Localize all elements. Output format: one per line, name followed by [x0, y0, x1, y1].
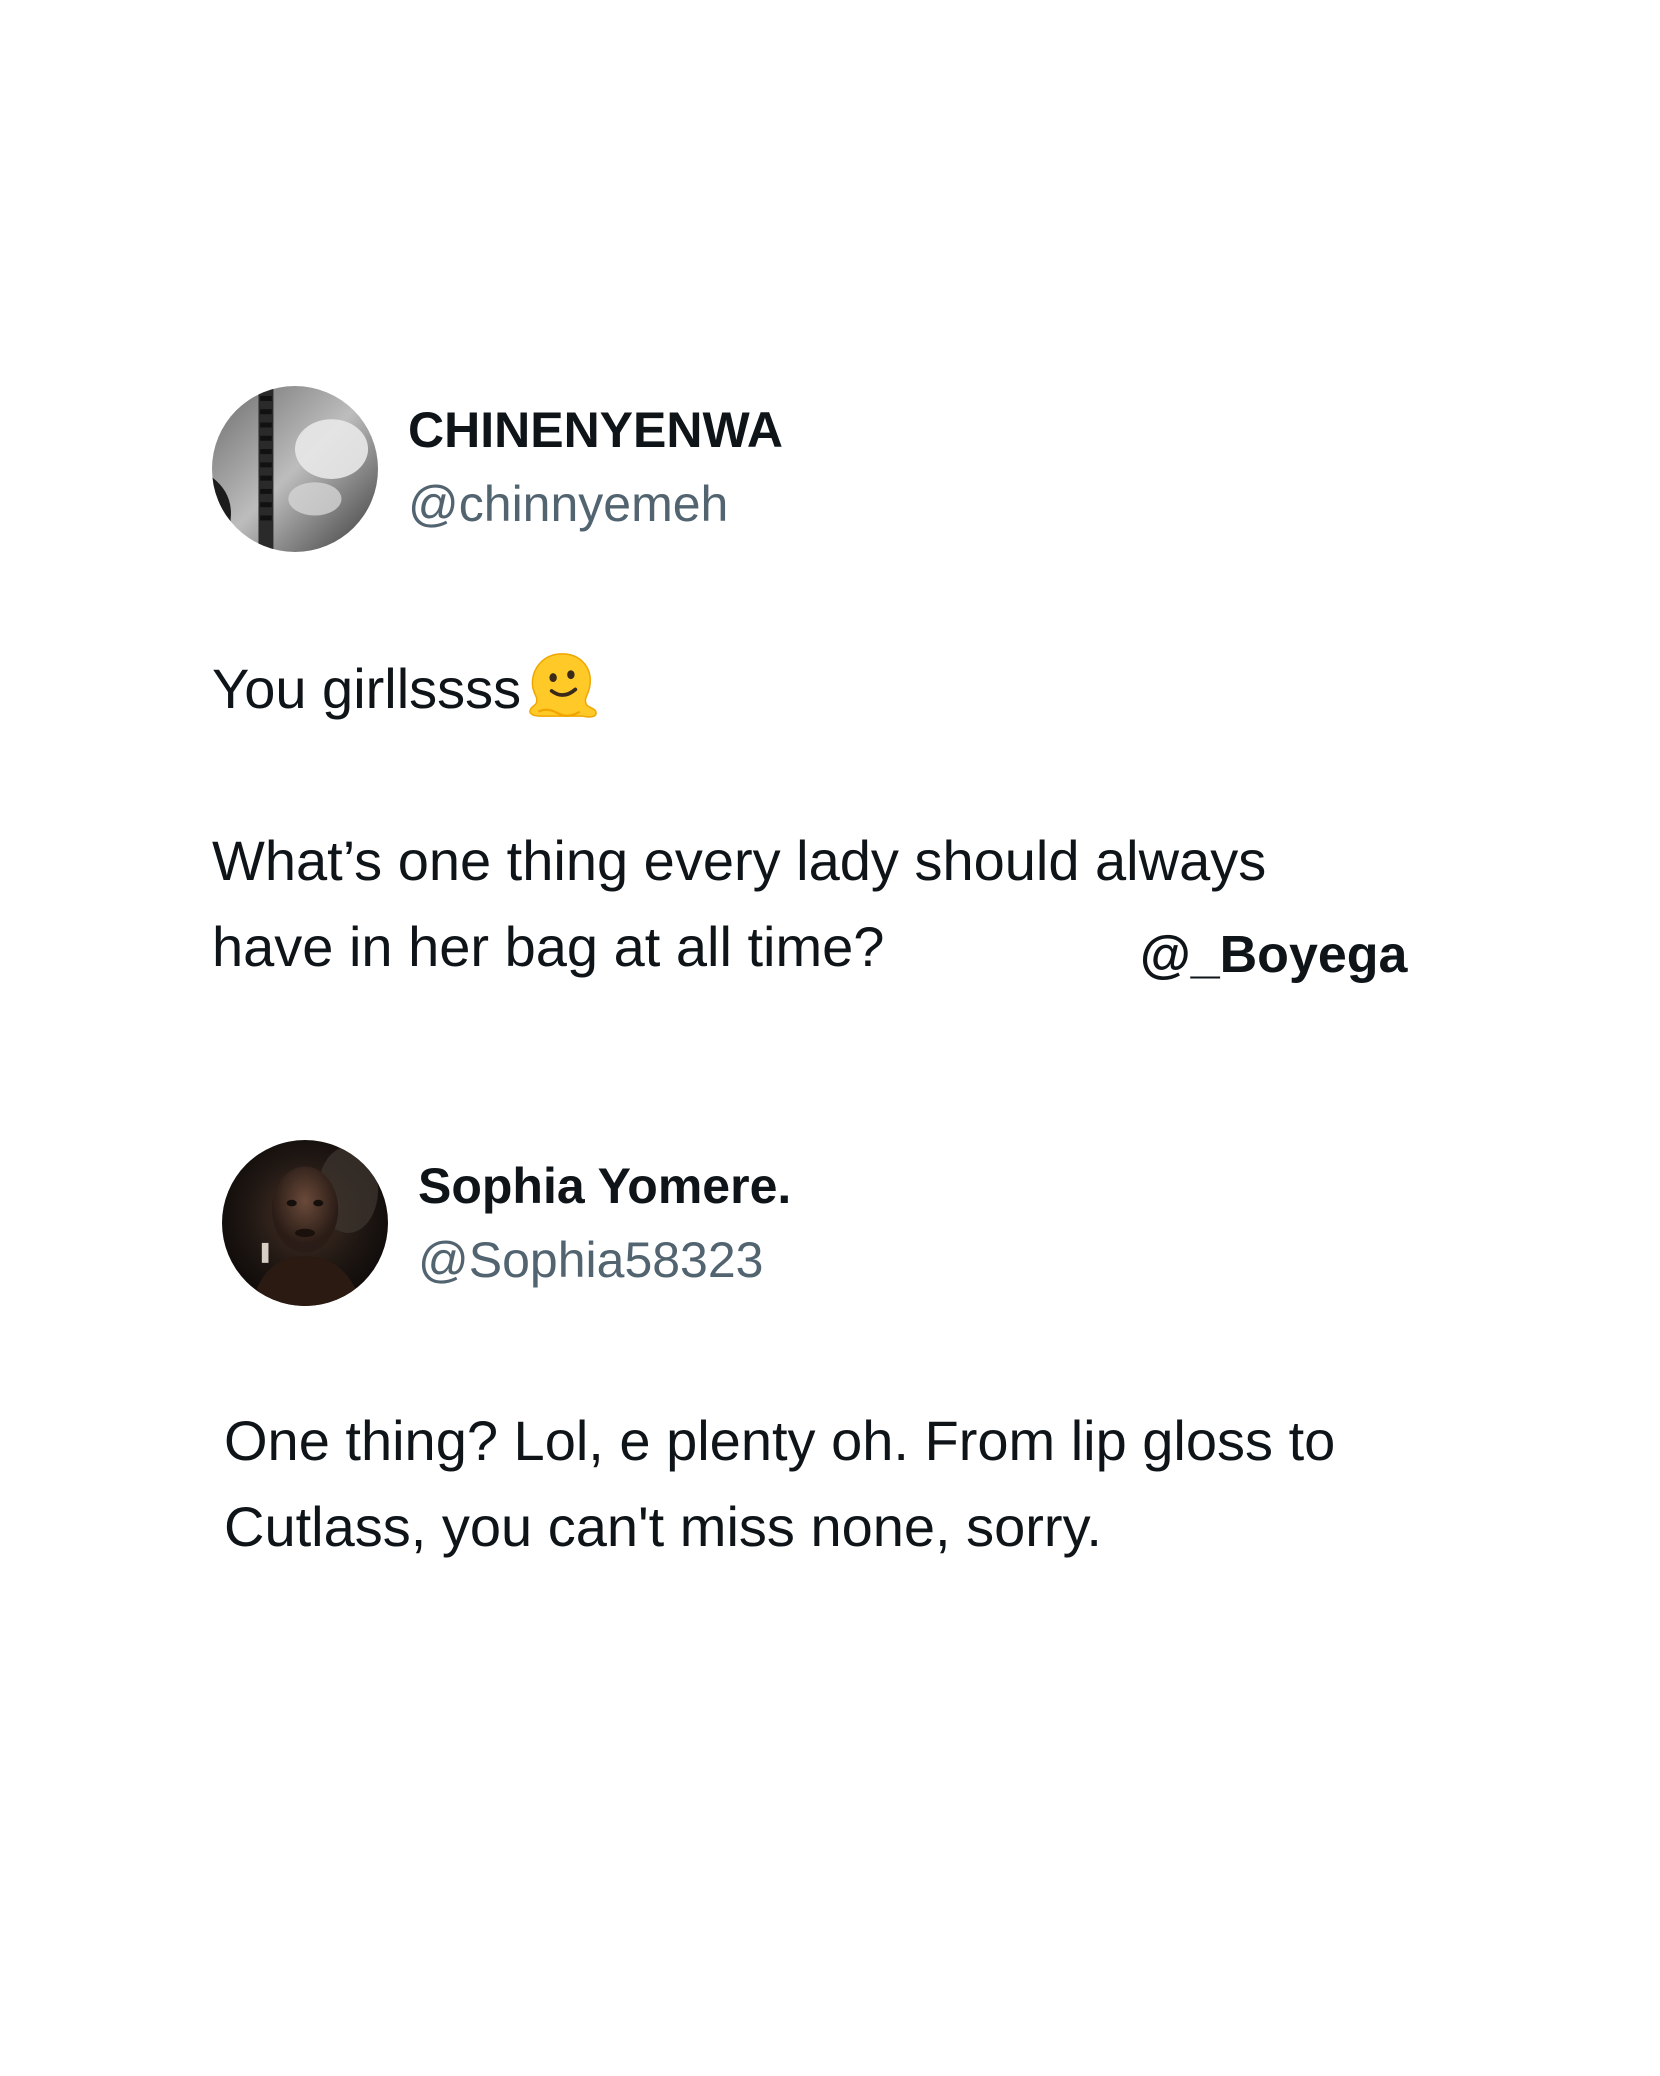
display-name[interactable]: CHINENYENWA	[408, 400, 783, 460]
tweet-card-sophia: Sophia Yomere. @Sophia58323 One thing? L…	[0, 1100, 1660, 1660]
tweet-text-line: One thing? Lol, e plenty oh. From lip gl…	[224, 1409, 1336, 1472]
tweet-text-line: have in her bag at all time?	[212, 915, 885, 978]
avatar-image	[222, 1140, 388, 1306]
tweet-card-chinenyenwa: CHINENYENWA @chinnyemeh You girllssss Wh…	[0, 0, 1660, 1060]
display-name[interactable]: Sophia Yomere.	[418, 1156, 791, 1216]
watermark-handle: @_Boyega	[1140, 926, 1408, 984]
user-handle[interactable]: @Sophia58323	[418, 1230, 763, 1290]
tweet-text-line: You girllssss	[212, 646, 599, 732]
melting-face-icon	[525, 648, 599, 722]
avatar-chinenyenwa[interactable]	[212, 386, 378, 552]
user-handle[interactable]: @chinnyemeh	[408, 474, 728, 534]
tweet-text-line: What’s one thing every lady should alway…	[212, 829, 1267, 892]
avatar-image	[212, 386, 378, 552]
tweet-text-line: Cutlass, you can't miss none, sorry.	[224, 1495, 1102, 1558]
tweet-text-segment: You girllssss	[212, 657, 522, 720]
avatar-sophia[interactable]	[222, 1140, 388, 1306]
